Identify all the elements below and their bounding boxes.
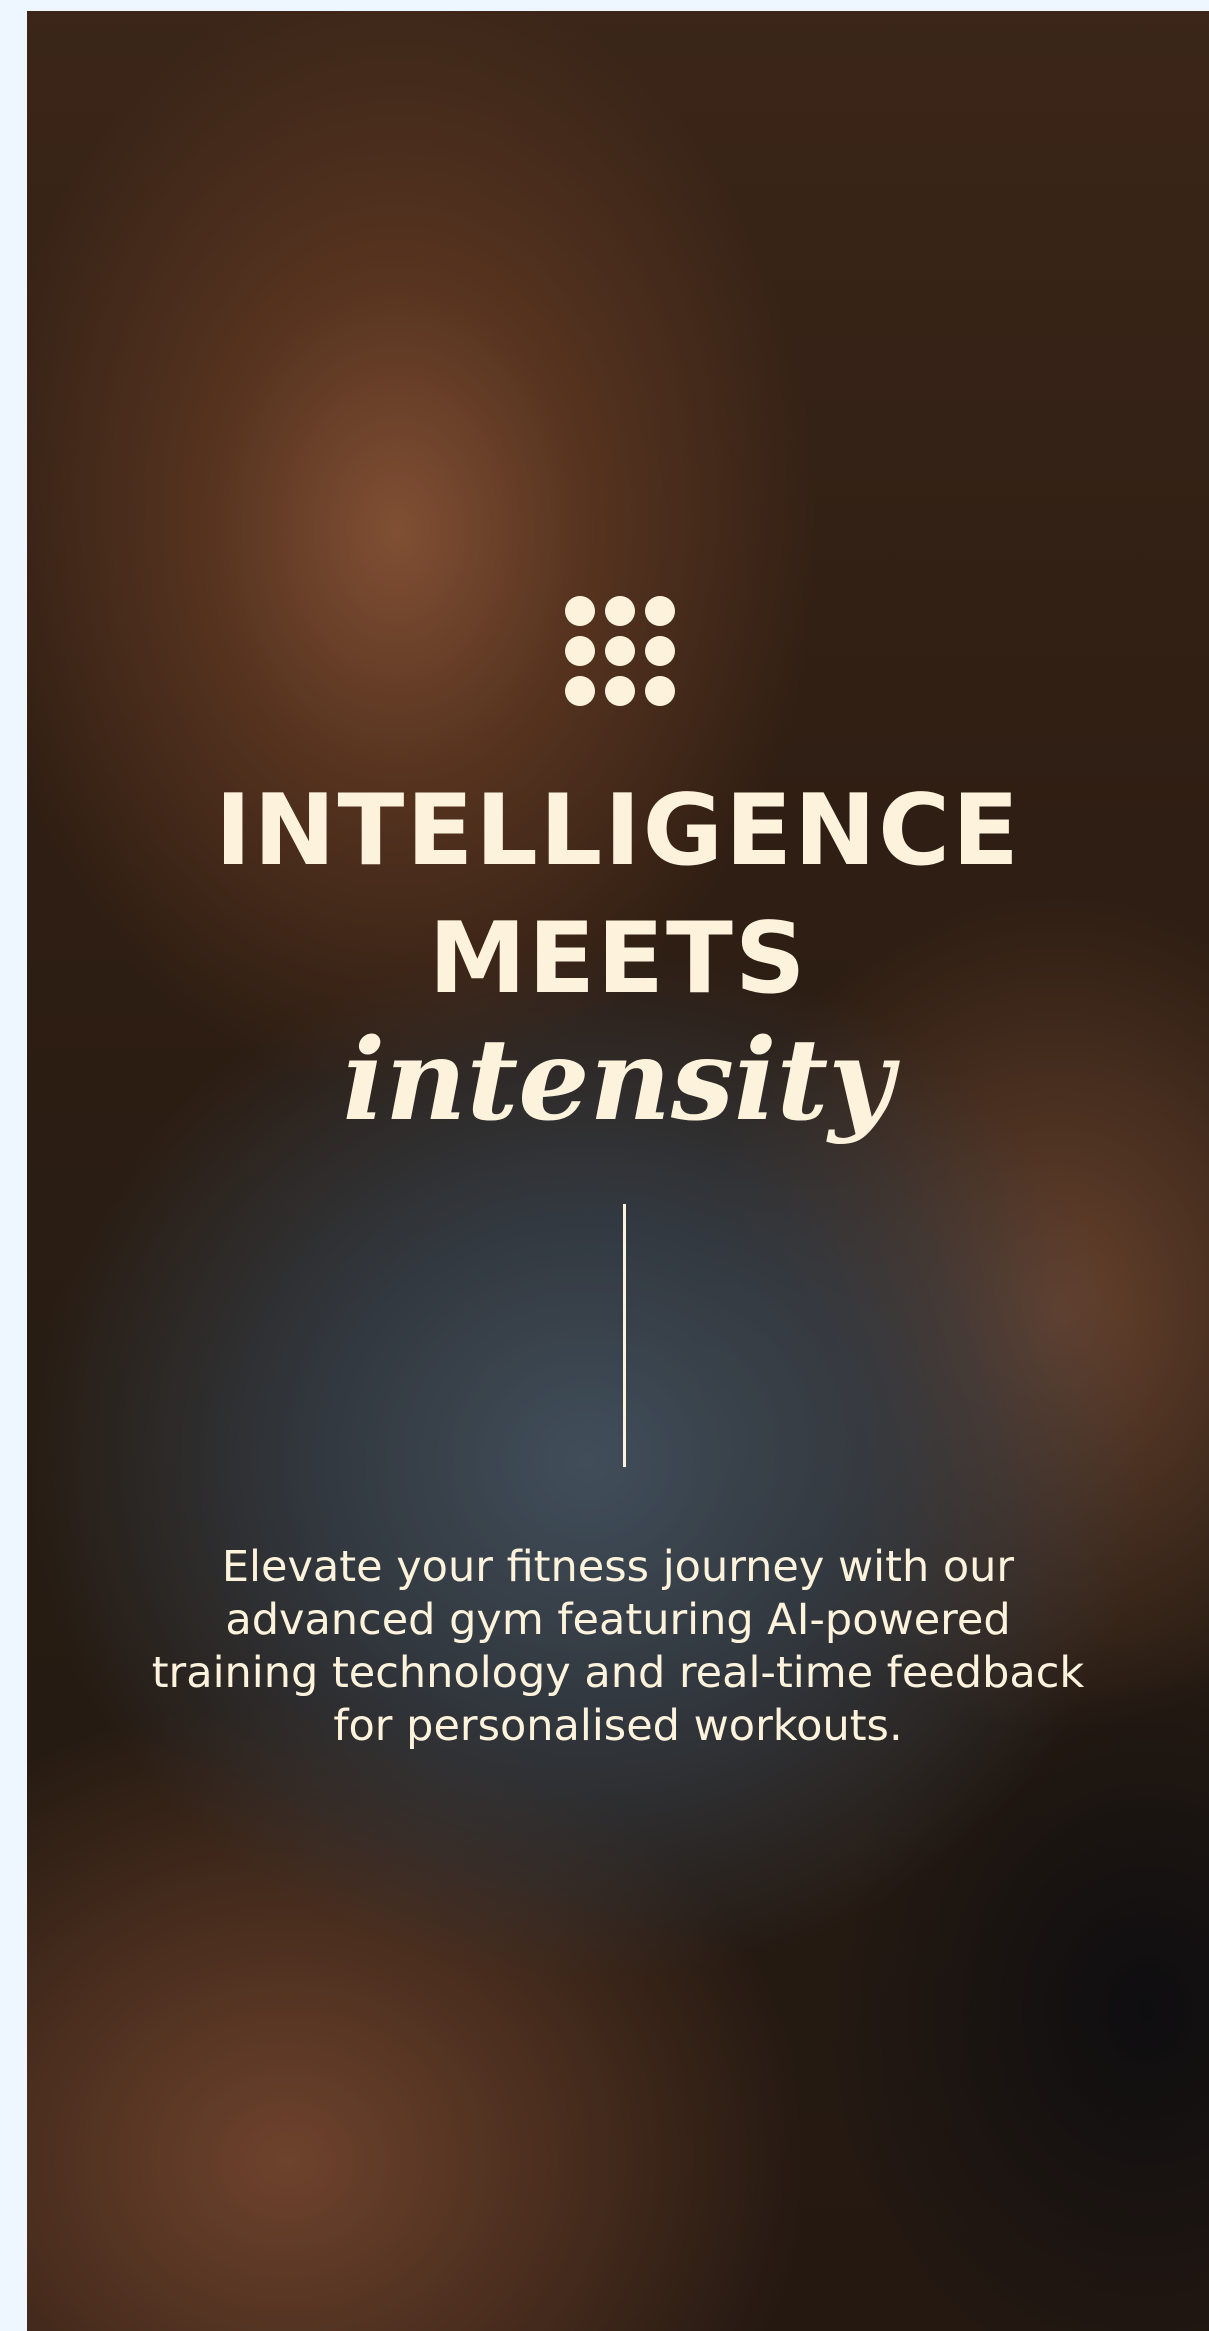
headline-line-1: INTELLIGENCE: [215, 774, 1021, 888]
hero-background-image: [27, 11, 1209, 2331]
headline-line-2: MEETS: [428, 902, 808, 1016]
hero-description: Elevate your fitness journey with our ad…: [151, 1542, 1085, 1751]
headline-line-3: intensity: [342, 1015, 894, 1146]
hero-section: INTELLIGENCE MEETS intensity Elevate you…: [27, 11, 1209, 2331]
nine-dot-grid-icon: [565, 596, 685, 716]
vertical-divider: [623, 1204, 626, 1467]
